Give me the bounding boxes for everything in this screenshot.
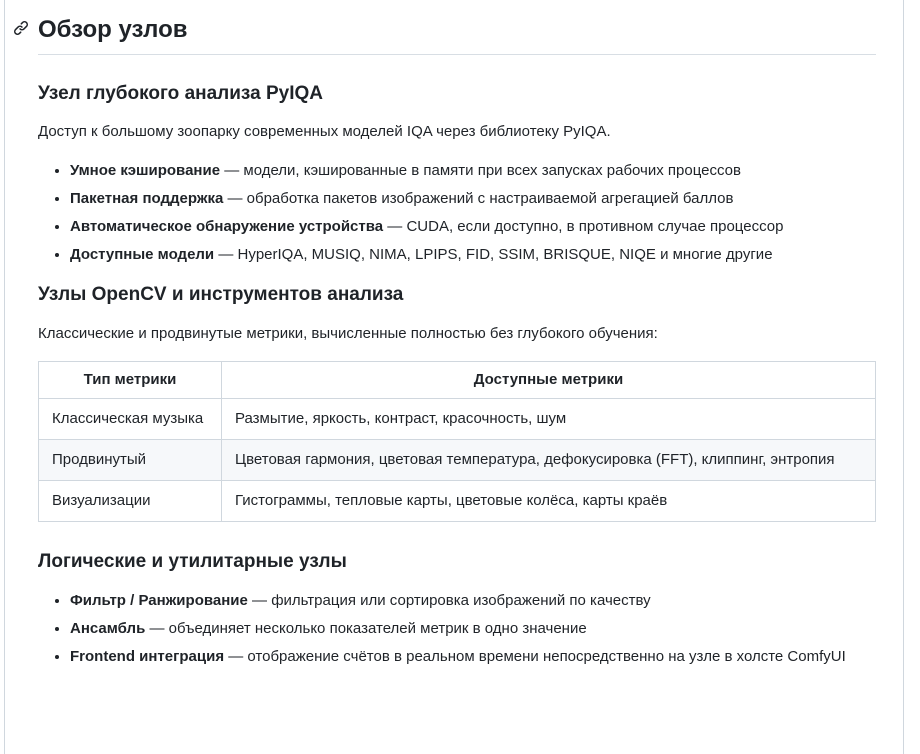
section-intro-pyiqa: Доступ к большому зоопарку современных м…	[38, 123, 611, 140]
table-header-row: Тип метрики Доступные метрики	[38, 361, 876, 399]
section-intro-opencv: Классические и продвинутые метрики, вычи…	[38, 325, 658, 342]
table-cell: Размытие, яркость, контраст, красочность…	[221, 398, 876, 440]
table-row: Продвинутый Цветовая гармония, цветовая …	[38, 439, 876, 481]
table-cell: Гистограммы, тепловые карты, цветовые ко…	[221, 480, 876, 522]
table-header-cell: Доступные метрики	[221, 361, 876, 399]
markdown-body: Обзор узлов Узел глубокого анализа PyIQA…	[14, 0, 876, 673]
metrics-table: Тип метрики Доступные метрики Классическ…	[38, 361, 876, 522]
section-heading-opencv: Узлы OpenCV и инструментов анализа	[38, 284, 404, 305]
table-cell: Цветовая гармония, цветовая температура,…	[221, 439, 876, 481]
list-item: Ансамбль — объединяет несколько показате…	[70, 617, 876, 641]
section-header: Обзор узлов	[14, 14, 876, 55]
list-item: Фильтр / Ранжирование — фильтрация или с…	[70, 589, 876, 613]
page-title: Обзор узлов	[38, 16, 188, 43]
link-icon[interactable]	[13, 20, 29, 36]
list-item: Пакетная поддержка — обработка пакетов и…	[70, 187, 876, 211]
table-row: Визуализации Гистограммы, тепловые карты…	[38, 480, 876, 522]
section-heading-logic: Логические и утилитарные узлы	[38, 551, 347, 572]
document-frame: Обзор узлов Узел глубокого анализа PyIQA…	[4, 0, 904, 754]
list-item: Автоматическое обнаружение устройства — …	[70, 215, 876, 239]
table-cell: Визуализации	[38, 480, 222, 522]
section-heading-pyiqa: Узел глубокого анализа PyIQA	[38, 83, 323, 104]
list-item: Frontend интеграция — отображение счётов…	[70, 645, 876, 669]
list-item: Умное кэширование — модели, кэшированные…	[70, 159, 876, 183]
list-item: Доступные модели — HyperIQA, MUSIQ, NIMA…	[70, 243, 876, 267]
table-header-cell: Тип метрики	[38, 361, 222, 399]
feature-list-logic: Фильтр / Ранжирование — фильтрация или с…	[38, 589, 876, 669]
table-cell: Классическая музыка	[38, 398, 222, 440]
table-cell: Продвинутый	[38, 439, 222, 481]
table-row: Классическая музыка Размытие, яркость, к…	[38, 398, 876, 440]
feature-list-pyiqa: Умное кэширование — модели, кэшированные…	[38, 159, 876, 267]
